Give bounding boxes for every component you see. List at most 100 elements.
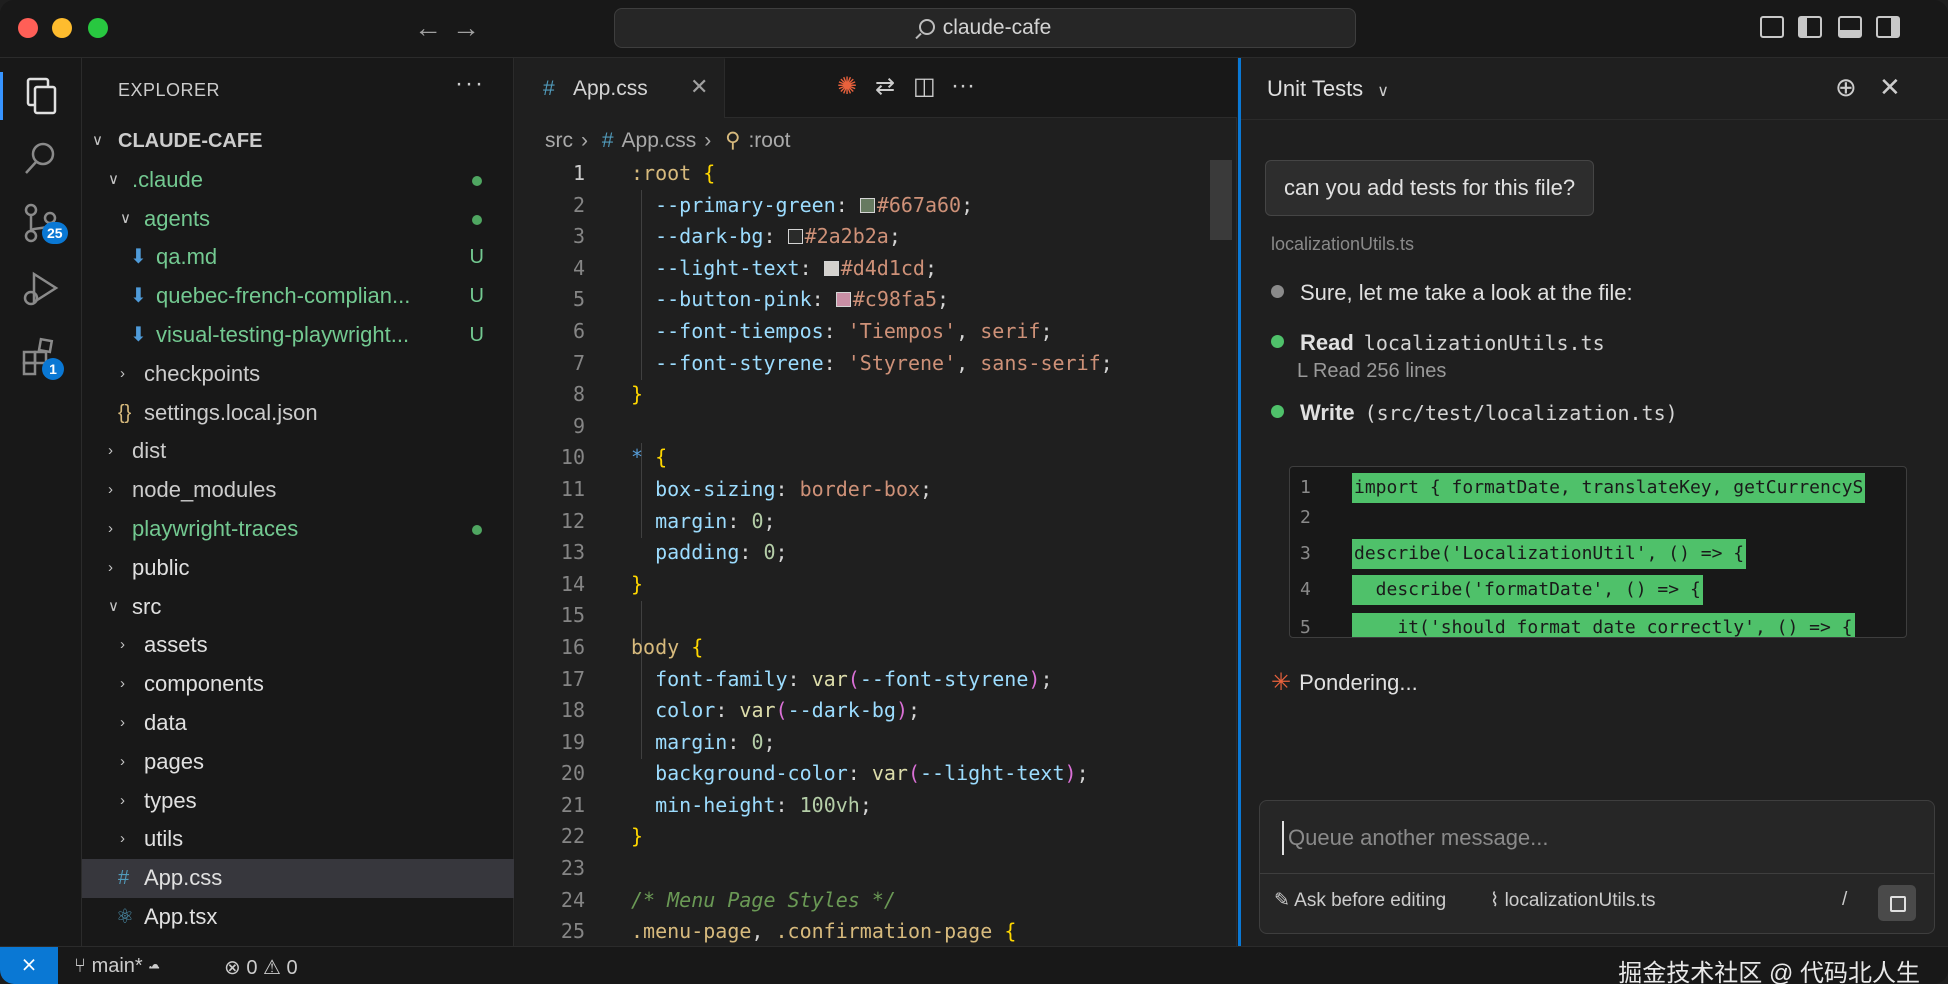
chevron-right-icon: › bbox=[120, 364, 125, 382]
toggle-panel-icon[interactable] bbox=[1838, 16, 1862, 38]
source-control-icon[interactable]: 25 bbox=[18, 200, 68, 246]
breadcrumb-src[interactable]: src bbox=[545, 129, 573, 152]
breadcrumb: src › # App.css › ⚲:root bbox=[545, 128, 799, 153]
tree-item-src[interactable]: ∨ src bbox=[82, 588, 514, 627]
tree-item-visual-testing[interactable]: ⬇ visual-testing-playwright... U bbox=[82, 316, 514, 355]
warning-icon: ⚠ bbox=[263, 957, 281, 979]
explorer-header: EXPLORER bbox=[118, 80, 221, 100]
code-editor[interactable]: 1:root { 2 --primary-green: #667a60; 3 -… bbox=[515, 158, 1237, 948]
git-status-dot bbox=[472, 524, 482, 535]
chevron-right-icon: › bbox=[120, 713, 125, 731]
search-icon[interactable] bbox=[18, 136, 64, 182]
tree-item-types[interactable]: › types bbox=[82, 782, 514, 821]
tree-item-playwright-traces[interactable]: › playwright-traces bbox=[82, 510, 514, 549]
back-arrow-icon[interactable]: ← bbox=[414, 12, 442, 44]
git-untracked-status: U bbox=[469, 323, 484, 346]
tool-read-detail: L Read 256 lines bbox=[1297, 360, 1447, 382]
chevron-right-icon: › bbox=[120, 675, 125, 693]
tree-item-dist[interactable]: › dist bbox=[82, 432, 514, 471]
remote-indicator-icon[interactable]: ⨯ bbox=[0, 947, 58, 984]
code-line: 23 bbox=[560, 856, 585, 881]
explorer-icon[interactable] bbox=[18, 74, 64, 120]
command-center-search[interactable]: claude-cafe bbox=[614, 8, 1356, 48]
stop-button[interactable] bbox=[1878, 885, 1916, 921]
explorer-more-icon[interactable]: ··· bbox=[455, 70, 485, 98]
more-actions-icon[interactable]: ··· bbox=[951, 72, 975, 100]
git-branch-icon: ⑂ bbox=[74, 955, 86, 977]
search-text: claude-cafe bbox=[942, 16, 1052, 39]
tree-item-node-modules[interactable]: › node_modules bbox=[82, 471, 514, 510]
close-window-button[interactable] bbox=[18, 18, 38, 38]
chevron-right-icon: › bbox=[120, 791, 125, 809]
breadcrumb-symbol[interactable]: :root bbox=[748, 129, 790, 152]
file-tree: ∨ CLAUDE-CAFE ∨ .claude ∨ agents ⬇ qa.md… bbox=[82, 122, 514, 937]
tree-item-app-tsx[interactable]: ⚛ App.tsx bbox=[82, 898, 514, 937]
react-file-icon: ⚛ bbox=[116, 905, 134, 928]
chat-message-input[interactable] bbox=[1282, 821, 1902, 855]
code-line: 2 --primary-green: #667a60; bbox=[572, 192, 974, 217]
markdown-file-icon: ⬇ bbox=[130, 323, 147, 346]
code-line: 21 min-height: 100vh; bbox=[560, 792, 872, 817]
branch-indicator[interactable]: ⑂ main* ☁ bbox=[74, 955, 160, 978]
color-swatch[interactable] bbox=[787, 229, 803, 245]
problems-indicator[interactable]: ⊗ 0 ⚠ 0 bbox=[224, 955, 298, 980]
tree-item-assets[interactable]: › assets bbox=[82, 626, 514, 665]
tree-item-public[interactable]: › public bbox=[82, 549, 514, 588]
tree-item-qa-md[interactable]: ⬇ qa.md U bbox=[82, 238, 514, 277]
color-swatch[interactable] bbox=[823, 260, 839, 276]
tree-item-components[interactable]: › components bbox=[82, 665, 514, 704]
minimize-window-button[interactable] bbox=[52, 18, 72, 38]
color-swatch[interactable] bbox=[835, 292, 851, 308]
tab-app-css[interactable]: # App.css ✕ bbox=[515, 58, 725, 118]
chevron-right-icon: › bbox=[108, 519, 113, 537]
chevron-down-icon: ∨ bbox=[108, 170, 119, 188]
claude-spark-icon[interactable]: ✺ bbox=[837, 72, 857, 101]
code-line: 3 --dark-bg: #2a2b2a; bbox=[572, 224, 901, 249]
extensions-icon[interactable]: 1 bbox=[18, 334, 64, 380]
active-view-indicator bbox=[0, 72, 3, 120]
code-line: 16 body { bbox=[560, 634, 704, 659]
code-line: 9 bbox=[572, 413, 585, 438]
customize-layout-icon[interactable] bbox=[1760, 16, 1784, 38]
split-editor-icon[interactable]: ◫ bbox=[913, 72, 936, 101]
tree-item-claude-folder[interactable]: ∨ .claude bbox=[82, 161, 514, 200]
tree-item-data[interactable]: › data bbox=[82, 704, 514, 743]
breadcrumb-file[interactable]: App.css bbox=[622, 129, 697, 152]
tree-item-quebec-french[interactable]: ⬇ quebec-french-complian... U bbox=[82, 277, 514, 316]
tree-item-agents-folder[interactable]: ∨ agents bbox=[82, 200, 514, 239]
error-icon: ⊗ bbox=[224, 957, 241, 979]
ask-before-editing-toggle[interactable]: ✎ Ask before editing bbox=[1274, 889, 1446, 912]
compare-changes-icon[interactable]: ⇄ bbox=[875, 72, 895, 101]
tree-root-claude-cafe[interactable]: ∨ CLAUDE-CAFE bbox=[82, 122, 514, 161]
new-chat-icon[interactable]: ⊕ bbox=[1835, 72, 1857, 103]
chat-session-selector[interactable]: Unit Tests ∨ bbox=[1267, 76, 1389, 102]
editor-group: # App.css ✕ ✺ ⇄ ◫ ··· src › # App.css › ⚲:r… bbox=[515, 58, 1237, 946]
color-swatch[interactable] bbox=[859, 197, 875, 213]
editor-scrollbar[interactable] bbox=[1210, 160, 1232, 240]
tree-item-settings-local-json[interactable]: {} settings.local.json bbox=[82, 394, 514, 433]
preview-line: 5 it('should format date correctly', () … bbox=[1290, 613, 1906, 637]
forward-arrow-icon[interactable]: → bbox=[452, 12, 480, 44]
tree-item-pages[interactable]: › pages bbox=[82, 743, 514, 782]
code-line: 24/* Menu Page Styles */ bbox=[560, 887, 896, 912]
chevron-right-icon: › bbox=[108, 442, 113, 460]
tree-item-app-css[interactable]: # App.css bbox=[82, 859, 514, 898]
chevron-right-icon: › bbox=[581, 129, 588, 152]
tree-item-checkpoints[interactable]: › checkpoints bbox=[82, 355, 514, 394]
chevron-down-icon: ∨ bbox=[92, 132, 103, 149]
slash-command-button[interactable]: / bbox=[1842, 889, 1847, 911]
attached-file-chip[interactable]: ⌇ localizationUtils.ts bbox=[1490, 889, 1656, 912]
preview-line: 1 import { formatDate, translateKey, getC… bbox=[1290, 473, 1906, 503]
close-icon[interactable]: ✕ bbox=[1879, 72, 1901, 103]
toggle-primary-sidebar-icon[interactable] bbox=[1798, 16, 1822, 38]
close-tab-icon[interactable]: ✕ bbox=[690, 74, 708, 100]
code-line: 8} bbox=[572, 382, 644, 407]
code-line: 14} bbox=[560, 571, 644, 596]
zoom-window-button[interactable] bbox=[88, 18, 108, 38]
run-debug-icon[interactable] bbox=[18, 266, 64, 312]
toggle-secondary-sidebar-icon[interactable] bbox=[1876, 16, 1900, 38]
write-diff-preview[interactable]: 1 import { formatDate, translateKey, getC… bbox=[1289, 466, 1907, 638]
step-bullet bbox=[1271, 285, 1284, 298]
chat-title: Unit Tests bbox=[1267, 76, 1364, 101]
tree-item-utils[interactable]: › utils bbox=[82, 820, 514, 859]
